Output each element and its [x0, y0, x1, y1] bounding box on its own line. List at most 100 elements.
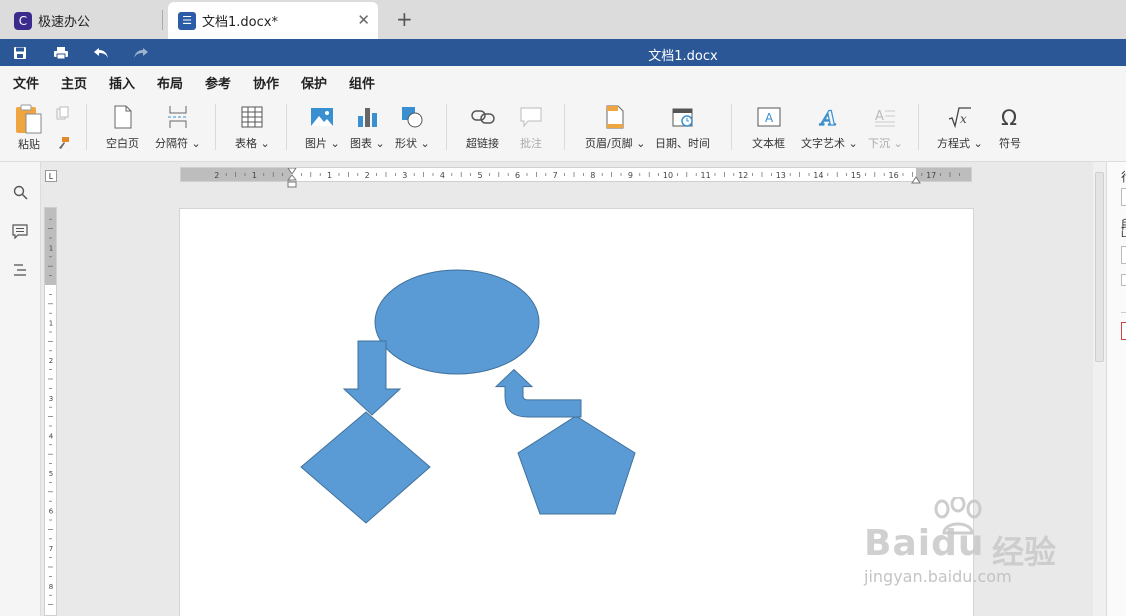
ruler-label: 7 [49, 545, 53, 553]
tab-document[interactable]: ☰ 文档1.docx* ✕ [168, 2, 378, 39]
ruler-label: 1 [49, 244, 53, 252]
tab-home[interactable]: C 极速办公 [4, 2, 162, 39]
panel-color-swatch[interactable] [1121, 322, 1126, 340]
equation-label: 方程式 ⌄ [937, 137, 983, 150]
comment-label: 批注 [520, 137, 542, 150]
menu-plugins[interactable]: 组件 [349, 73, 375, 92]
blank-page-button[interactable]: 空白页 [106, 104, 139, 151]
ribbon-divider [564, 104, 565, 150]
drop-cap-icon: A [872, 104, 898, 130]
ruler-label: 5 [49, 470, 53, 478]
vertical-ruler[interactable]: 1 1 2 3 4 5 6 7 8 [44, 207, 57, 616]
panel-input[interactable] [1121, 188, 1126, 206]
navigation-icon[interactable] [10, 260, 30, 280]
ruler-label: 3 [402, 171, 407, 180]
paste-button[interactable]: 粘贴 [13, 104, 45, 152]
word-art-label: 文字艺术 ⌄ [801, 137, 858, 150]
menu-protect[interactable]: 保护 [301, 73, 327, 92]
ribbon-divider [86, 104, 87, 150]
shape-button[interactable]: 形状 ⌄ [395, 104, 430, 151]
table-label: 表格 ⌄ [235, 137, 270, 150]
menu-collaborate[interactable]: 协作 [253, 73, 279, 92]
equation-button[interactable]: x 方程式 ⌄ [937, 104, 983, 151]
menu-layout[interactable]: 布局 [157, 73, 183, 92]
drawing-canvas [300, 269, 636, 524]
svg-text:x: x [960, 112, 967, 126]
text-box-icon: A [756, 104, 782, 130]
ruler-label: 2 [365, 171, 370, 180]
hyperlink-button[interactable]: 超链接 [466, 104, 499, 151]
svg-text:A: A [765, 111, 774, 125]
ruler-label: 12 [738, 171, 748, 180]
format-painter-icon[interactable] [56, 136, 70, 153]
close-tab-icon[interactable]: ✕ [357, 11, 370, 29]
paste-label: 粘贴 [18, 138, 40, 151]
scrollbar-thumb[interactable] [1095, 172, 1104, 362]
ruler-label: 7 [553, 171, 558, 180]
comment-button[interactable]: 批注 [518, 104, 544, 151]
header-footer-button[interactable]: 页眉/页脚 ⌄ [585, 104, 645, 151]
link-icon [470, 104, 496, 130]
chart-icon [354, 104, 380, 130]
ruler-label: 9 [628, 171, 633, 180]
ruler-label: 16 [889, 171, 899, 180]
ruler-label: 14 [813, 171, 823, 180]
copy-icon[interactable] [56, 106, 70, 123]
menu-file[interactable]: 文件 [13, 73, 39, 92]
table-button[interactable]: 表格 ⌄ [235, 104, 270, 151]
drop-cap-button[interactable]: A 下沉 ⌄ [868, 104, 903, 151]
panel-checkbox[interactable] [1121, 274, 1126, 286]
text-box-button[interactable]: A 文本框 [752, 104, 785, 151]
symbol-label: 符号 [999, 137, 1021, 150]
equation-icon: x [947, 104, 973, 130]
diamond-shape[interactable] [300, 411, 431, 524]
ruler-label: 1 [327, 171, 332, 180]
separator-label: 分隔符 ⌄ [155, 137, 201, 150]
separator-button[interactable]: 分隔符 ⌄ [155, 104, 201, 151]
panel-input[interactable] [1121, 246, 1126, 264]
word-art-icon: A [816, 104, 842, 130]
menu-references[interactable]: 参考 [205, 73, 231, 92]
comments-icon[interactable] [10, 221, 30, 241]
left-indent-marker[interactable] [286, 174, 298, 192]
comment-icon [518, 104, 544, 130]
date-time-button[interactable]: 日期、时间 [655, 104, 710, 151]
app-logo-icon: C [14, 11, 32, 30]
document-title: 文档1.docx [648, 49, 718, 64]
ruler-ticks: 2 1 1 2 3 4 5 6 7 8 9 10 11 12 13 14 15 16 17 [214, 171, 960, 180]
vertical-scrollbar[interactable] [1093, 162, 1106, 616]
tab-home-label: 极速办公 [38, 15, 91, 30]
hyperlink-label: 超链接 [466, 137, 499, 150]
picture-button[interactable]: 图片 ⌄ [305, 104, 340, 151]
chart-button[interactable]: 图表 ⌄ [350, 104, 385, 151]
page-break-icon [165, 104, 191, 130]
drop-cap-label: 下沉 ⌄ [868, 137, 903, 150]
right-indent-marker[interactable] [911, 173, 921, 187]
ellipse-shape[interactable] [374, 269, 540, 375]
document-page[interactable] [179, 208, 974, 616]
ruler-label: 1 [49, 320, 53, 328]
bent-arrow-shape[interactable] [494, 368, 582, 418]
ruler-label: 4 [440, 171, 445, 180]
watermark-cn: 经验 [992, 533, 1057, 571]
header-footer-icon [602, 104, 628, 130]
new-tab-button[interactable]: + [396, 7, 413, 31]
ruler-ticks: 1 1 2 3 4 5 6 7 8 [48, 218, 54, 605]
ribbon-divider [446, 104, 447, 150]
tab-stop-selector[interactable]: L [45, 170, 57, 182]
menu-home[interactable]: 主页 [61, 73, 87, 92]
ruler-label: 4 [49, 432, 54, 440]
search-icon[interactable] [10, 182, 30, 202]
ruler-label: 6 [49, 508, 54, 516]
tab-document-label: 文档1.docx* [202, 15, 278, 30]
horizontal-ruler[interactable]: 2 1 1 2 3 4 5 6 7 8 9 10 11 12 13 14 15 16 17 [180, 167, 972, 188]
tab-divider [162, 10, 163, 30]
document-icon: ☰ [178, 11, 196, 30]
word-art-button[interactable]: A 文字艺术 ⌄ [801, 104, 858, 151]
ruler-label: 8 [49, 583, 53, 591]
symbol-button[interactable]: Ω 符号 [997, 104, 1023, 151]
ruler-label: 3 [49, 395, 53, 403]
menu-insert[interactable]: 插入 [109, 73, 136, 98]
blank-page-icon [110, 104, 136, 130]
pentagon-shape[interactable] [517, 415, 636, 515]
